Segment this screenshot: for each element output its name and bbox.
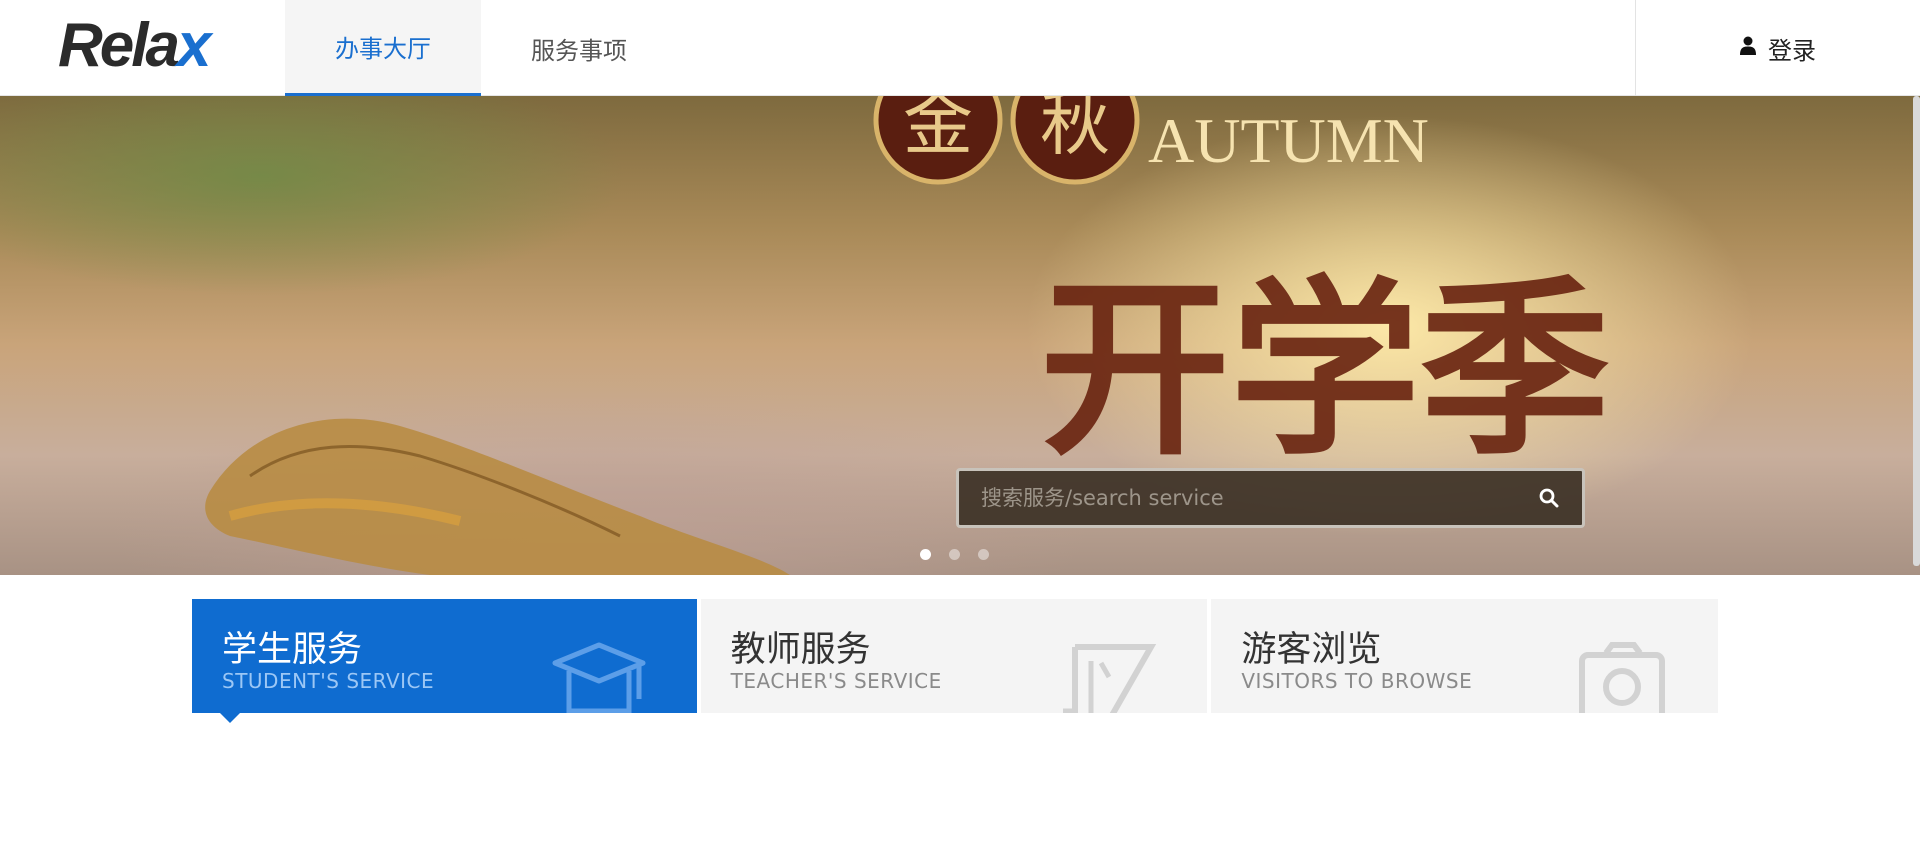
card-title: 学生服务 (222, 630, 363, 670)
service-card-visitor[interactable]: 游客浏览 VISITORS TO BROWSE (1211, 599, 1719, 713)
badge-autumn: 秋 (1040, 96, 1110, 165)
graduation-cap-icon (551, 641, 647, 713)
card-subtitle: VISITORS TO BROWSE (1241, 669, 1473, 693)
user-icon (1740, 36, 1756, 60)
active-card-pointer (220, 713, 240, 723)
service-cards: 学生服务 STUDENT'S SERVICE 教师服务 TEACHER'S SE… (192, 599, 1719, 723)
card-title: 游客浏览 (1241, 630, 1382, 670)
card-subtitle: TEACHER'S SERVICE (730, 669, 942, 693)
logo-text: Relax (58, 11, 212, 80)
carousel-dots (920, 549, 989, 560)
main-nav: 办事大厅 服务事项 (285, 0, 677, 96)
carousel-dot[interactable] (978, 549, 989, 560)
nav-tab-label: 办事大厅 (335, 35, 431, 63)
carousel-dot[interactable] (949, 549, 960, 560)
service-card-teacher[interactable]: 教师服务 TEACHER'S SERVICE (700, 599, 1208, 713)
login-button[interactable]: 登录 (1635, 0, 1920, 96)
pencil-ruler-icon (1061, 641, 1157, 713)
nav-tab-label: 服务事项 (531, 36, 627, 65)
nav-tab-hall[interactable]: 办事大厅 (285, 0, 481, 96)
camera-icon (1572, 641, 1668, 713)
top-header: Relax 办事大厅 服务事项 登录 (0, 0, 1920, 96)
search-input[interactable] (981, 486, 1534, 510)
page-scrollbar[interactable] (1913, 96, 1920, 566)
site-logo[interactable]: Relax (58, 11, 212, 80)
badge-gold: 金 (903, 96, 973, 165)
service-card-student[interactable]: 学生服务 STUDENT'S SERVICE (192, 599, 697, 723)
carousel-dot[interactable] (920, 549, 931, 560)
banner-caption-en: AUTUMN (1148, 105, 1429, 176)
login-label: 登录 (1768, 36, 1816, 65)
card-subtitle: STUDENT'S SERVICE (222, 669, 435, 693)
nav-tab-services[interactable]: 服务事项 (481, 0, 677, 96)
search-icon[interactable] (1534, 483, 1564, 513)
banner-calligraphy: 开学季 (1040, 258, 1610, 481)
search-bar[interactable] (956, 468, 1585, 528)
card-title: 教师服务 (730, 630, 871, 670)
